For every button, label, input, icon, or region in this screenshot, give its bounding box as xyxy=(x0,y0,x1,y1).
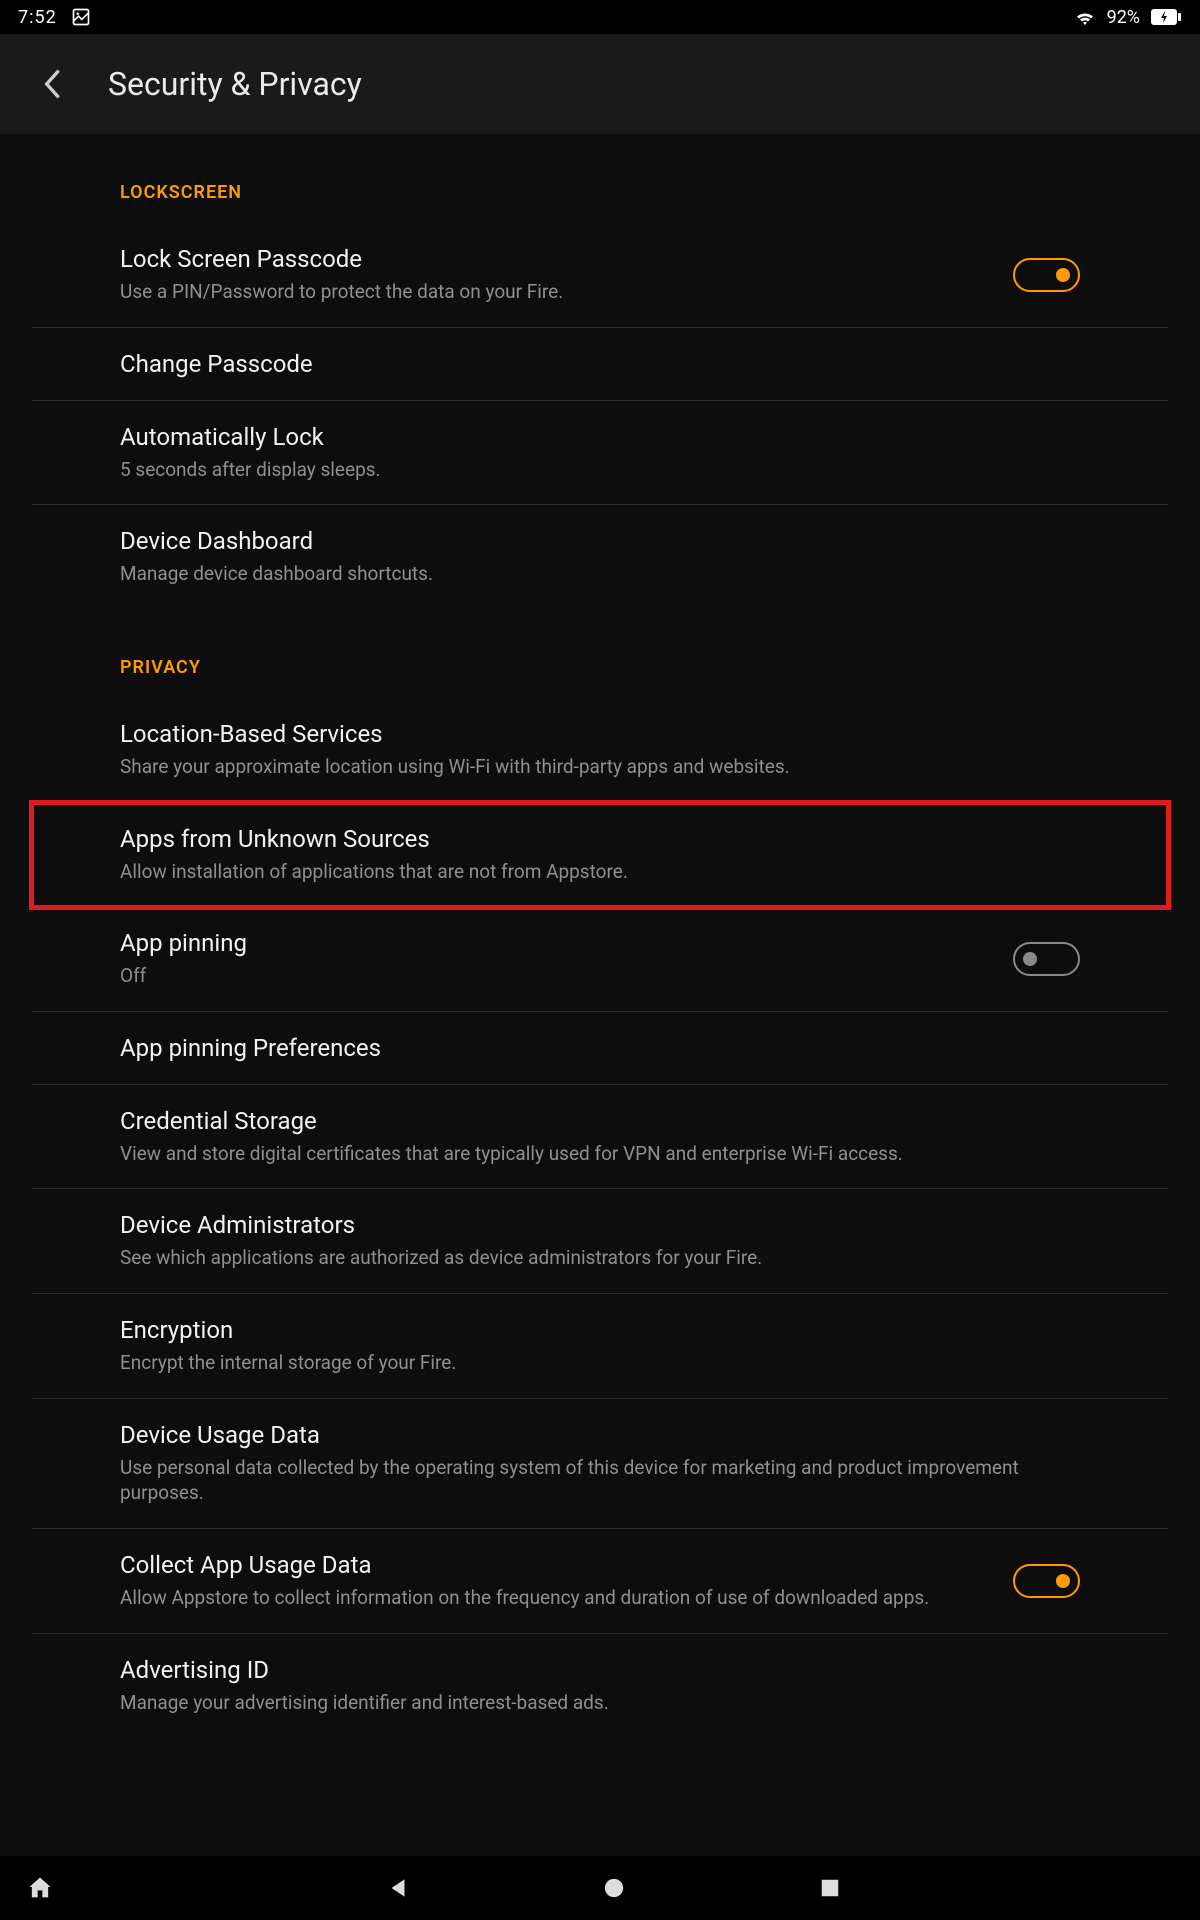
battery-percentage: 92% xyxy=(1107,7,1140,28)
settings-list[interactable]: LOCKSCREEN Lock Screen Passcode Use a PIN/… xyxy=(0,134,1200,1856)
setting-device-usage-data[interactable]: Device Usage Data Use personal data colle… xyxy=(32,1399,1168,1529)
setting-collect-app-usage-data[interactable]: Collect App Usage Data Allow Appstore to … xyxy=(32,1529,1168,1634)
toggle-switch[interactable] xyxy=(1013,1564,1080,1598)
battery-charging-icon xyxy=(1150,8,1182,26)
section-header: PRIVACY xyxy=(32,609,1168,698)
setting-app-pinning[interactable]: App pinning Off xyxy=(32,907,1168,1012)
setting-title: Lock Screen Passcode xyxy=(120,245,997,273)
setting-subtitle: Manage your advertising identifier and i… xyxy=(120,1690,1080,1716)
back-button[interactable] xyxy=(28,60,76,108)
setting-subtitle: Encrypt the internal storage of your Fir… xyxy=(120,1350,1080,1376)
setting-title: Device Administrators xyxy=(120,1211,1080,1239)
setting-encryption[interactable]: Encryption Encrypt the internal storage o… xyxy=(32,1294,1168,1399)
app-bar: Security & Privacy xyxy=(0,34,1200,134)
section-header: LOCKSCREEN xyxy=(32,134,1168,223)
setting-title: App pinning Preferences xyxy=(120,1034,1080,1062)
setting-device-dashboard[interactable]: Device Dashboard Manage device dashboard … xyxy=(32,505,1168,609)
status-bar: 7:52 92% xyxy=(0,0,1200,34)
setting-title: Device Dashboard xyxy=(120,527,1080,555)
setting-advertising-id[interactable]: Advertising ID Manage your advertising id… xyxy=(32,1634,1168,1738)
setting-title: Location-Based Services xyxy=(120,720,1080,748)
nav-recent-button[interactable] xyxy=(802,1860,858,1916)
setting-app-pinning-preferences[interactable]: App pinning Preferences xyxy=(32,1012,1168,1085)
setting-subtitle: Allow Appstore to collect information on… xyxy=(120,1585,997,1611)
setting-subtitle: Manage device dashboard shortcuts. xyxy=(120,561,1080,587)
setting-credential-storage[interactable]: Credential Storage View and store digital… xyxy=(32,1085,1168,1190)
page-title: Security & Privacy xyxy=(108,65,362,103)
setting-automatically-lock[interactable]: Automatically Lock 5 seconds after displa… xyxy=(32,401,1168,506)
status-time: 7:52 xyxy=(18,7,57,28)
setting-subtitle: Use personal data collected by the opera… xyxy=(120,1455,1080,1506)
setting-lock-screen-passcode[interactable]: Lock Screen Passcode Use a PIN/Password t… xyxy=(32,223,1168,328)
nav-alexa-home-button[interactable] xyxy=(12,1860,68,1916)
setting-subtitle: Allow installation of applications that … xyxy=(120,859,1080,885)
nav-back-button[interactable] xyxy=(370,1860,426,1916)
setting-title: Collect App Usage Data xyxy=(120,1551,997,1579)
setting-title: Change Passcode xyxy=(120,350,1080,378)
setting-title: Advertising ID xyxy=(120,1656,1080,1684)
setting-subtitle: Share your approximate location using Wi… xyxy=(120,754,1080,780)
setting-apps-from-unknown-sources[interactable]: Apps from Unknown Sources Allow installat… xyxy=(32,803,1168,908)
setting-subtitle: See which applications are authorized as… xyxy=(120,1245,1080,1271)
wifi-icon xyxy=(1073,7,1097,27)
setting-title: Device Usage Data xyxy=(120,1421,1080,1449)
setting-subtitle: 5 seconds after display sleeps. xyxy=(120,457,1080,483)
toggle-switch[interactable] xyxy=(1013,258,1080,292)
setting-subtitle: Use a PIN/Password to protect the data o… xyxy=(120,279,997,305)
setting-title: Automatically Lock xyxy=(120,423,1080,451)
setting-title: Encryption xyxy=(120,1316,1080,1344)
screenshot-icon xyxy=(71,7,91,27)
setting-location-based-services[interactable]: Location-Based Services Share your approx… xyxy=(32,698,1168,803)
toggle-switch[interactable] xyxy=(1013,942,1080,976)
navigation-bar xyxy=(0,1856,1200,1920)
setting-subtitle: Off xyxy=(120,963,997,989)
setting-device-administrators[interactable]: Device Administrators See which applicati… xyxy=(32,1189,1168,1294)
setting-title: App pinning xyxy=(120,929,997,957)
setting-title: Credential Storage xyxy=(120,1107,1080,1135)
setting-title: Apps from Unknown Sources xyxy=(120,825,1080,853)
setting-change-passcode[interactable]: Change Passcode xyxy=(32,328,1168,401)
setting-subtitle: View and store digital certificates that… xyxy=(120,1141,1080,1167)
nav-home-button[interactable] xyxy=(586,1860,642,1916)
